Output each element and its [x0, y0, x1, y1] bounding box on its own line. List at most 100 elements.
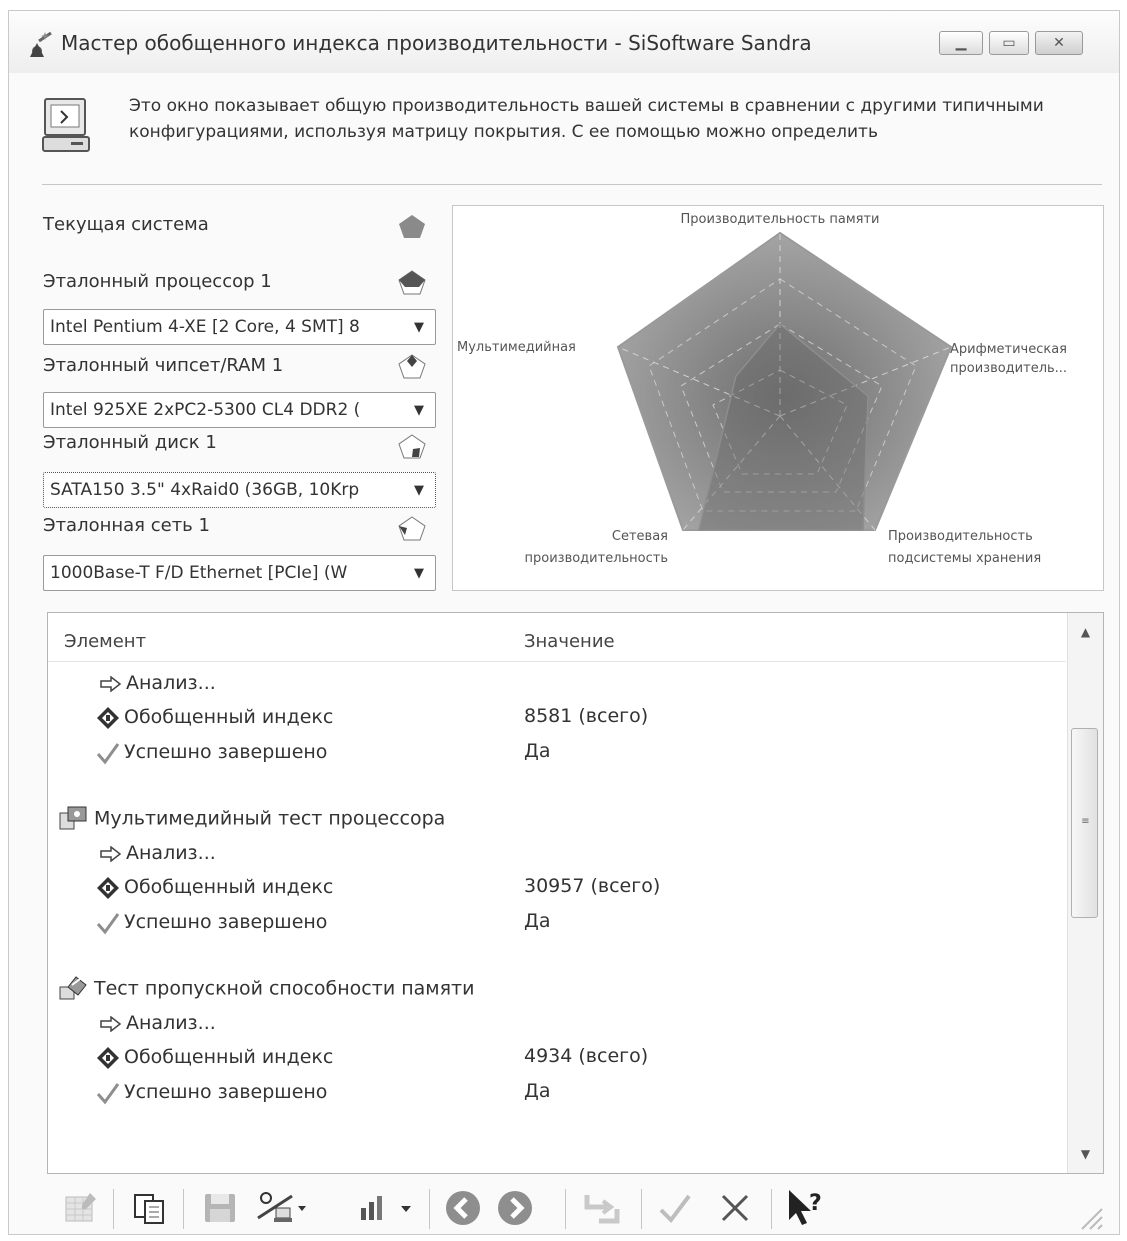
index-diamond-icon — [97, 876, 119, 899]
close-button[interactable]: ✕ — [1035, 31, 1083, 55]
axis-label-network-1: Сетевая — [612, 529, 668, 544]
checkmark-icon — [96, 742, 120, 764]
pentagon-cpu-icon — [398, 270, 426, 295]
forward-button[interactable] — [491, 1185, 539, 1231]
reference-cpu-value: Intel Pentium 4-XE [2 Core, 4 SMT] 8 — [50, 317, 360, 337]
vertical-scrollbar[interactable]: ▲ ≡ ▼ — [1067, 613, 1103, 1173]
toolbar-separator — [183, 1189, 184, 1229]
axis-label-arithmetic-1: Арифметическая — [950, 342, 1067, 357]
chart-options-button[interactable] — [349, 1185, 419, 1231]
reference-network-select[interactable]: 1000Base-T F/D Ethernet [PCIe] (W ▼ — [43, 555, 436, 591]
list-item[interactable]: Успешно завершено — [96, 739, 327, 765]
memory-test-icon — [59, 976, 87, 1000]
forward-icon — [498, 1191, 532, 1225]
chevron-down-icon[interactable]: ▼ — [406, 559, 432, 587]
axis-label-memory: Производительность памяти — [680, 212, 879, 227]
reference-network-value: 1000Base-T F/D Ethernet [PCIe] (W — [50, 563, 348, 583]
axis-label-storage-2: подсистемы хранения — [888, 551, 1041, 566]
list-item[interactable]: Обобщенный индекс — [96, 1044, 333, 1070]
results-list[interactable]: Элемент Значение Анализ... Обобщенный ин… — [47, 612, 1104, 1174]
back-icon — [446, 1191, 480, 1225]
axis-label-arithmetic-2: производитель... — [950, 361, 1067, 376]
reference-network-label: Эталонная сеть 1 — [43, 515, 210, 536]
resize-grip-icon[interactable] — [1076, 1203, 1104, 1231]
list-item[interactable]: Обобщенный индекс — [96, 874, 333, 900]
list-item[interactable]: Обобщенный индекс — [96, 704, 333, 730]
list-item-value: 30957 (всего) — [524, 875, 661, 897]
computer-icon — [42, 98, 90, 152]
list-item-label: Успешно завершено — [124, 911, 328, 933]
reference-disk-label: Эталонный диск 1 — [43, 432, 217, 453]
cancel-icon — [721, 1194, 749, 1222]
minimize-icon: ▁ — [955, 35, 967, 51]
minimize-button[interactable]: ▁ — [939, 31, 983, 55]
current-system-label: Текущая система — [43, 214, 209, 235]
pentagon-chipset-icon — [398, 354, 426, 379]
back-button[interactable] — [439, 1185, 487, 1231]
close-icon: ✕ — [1053, 35, 1065, 51]
copy-button[interactable] — [123, 1185, 175, 1231]
reference-disk-select[interactable]: SATA150 3.5" 4xRaid0 (36GB, 10Krp ▼ — [43, 472, 436, 508]
refresh-button[interactable] — [573, 1185, 633, 1231]
wizard-icon — [30, 31, 52, 57]
scroll-up-icon[interactable]: ▲ — [1068, 617, 1103, 647]
list-item-label: Мультимедийный тест процессора — [94, 807, 446, 830]
chevron-down-icon[interactable]: ▼ — [406, 476, 432, 504]
pentagon-disk-icon — [398, 434, 426, 459]
reference-cpu-select[interactable]: Intel Pentium 4-XE [2 Core, 4 SMT] 8 ▼ — [43, 309, 436, 345]
pentagon-filled-icon — [399, 215, 425, 238]
list-item-label: Анализ... — [126, 672, 216, 694]
checkmark-icon — [96, 1082, 120, 1104]
list-item-value: Да — [524, 1080, 551, 1102]
report-icon — [65, 1193, 96, 1222]
axis-label-network-2: производительность — [525, 551, 669, 566]
reference-chipset-label: Эталонный чипсет/RAM 1 — [43, 355, 284, 376]
performance-radar-chart: Производительность памяти Арифметическая… — [452, 205, 1104, 591]
list-item[interactable]: Мультимедийный тест процессора — [58, 805, 445, 831]
column-header-element[interactable]: Элемент — [64, 631, 146, 652]
axis-label-storage-1: Производительность — [888, 529, 1033, 544]
arrow-right-icon — [100, 1015, 122, 1032]
send-button[interactable] — [251, 1185, 317, 1231]
divider — [42, 184, 1102, 185]
cancel-button[interactable] — [711, 1185, 759, 1231]
list-item[interactable]: Тест пропускной способности памяти — [58, 975, 474, 1001]
help-icon: ? — [789, 1190, 822, 1225]
list-item-label: Обобщенный индекс — [124, 1046, 334, 1068]
list-item[interactable]: Анализ... — [100, 670, 216, 696]
list-item[interactable]: Анализ... — [100, 840, 216, 866]
scroll-down-icon[interactable]: ▼ — [1068, 1139, 1103, 1169]
help-button[interactable]: ? — [781, 1185, 833, 1231]
chevron-down-icon[interactable]: ▼ — [406, 396, 432, 424]
title-bar[interactable]: Мастер обобщенного индекса производитель… — [9, 11, 1119, 73]
list-item-label: Тест пропускной способности памяти — [94, 977, 475, 1000]
list-item[interactable]: Успешно завершено — [96, 1079, 327, 1105]
reference-chipset-value: Intel 925XE 2xPC2-5300 CL4 DDR2 ( — [50, 400, 361, 420]
toolbar-separator — [565, 1189, 566, 1229]
list-item[interactable]: Успешно завершено — [96, 909, 327, 935]
list-item-value: 8581 (всего) — [524, 705, 649, 727]
scrollbar-thumb[interactable]: ≡ — [1071, 728, 1098, 918]
list-item[interactable]: Анализ... — [100, 1010, 216, 1036]
checkmark-icon — [96, 912, 120, 934]
reference-disk-value: SATA150 3.5" 4xRaid0 (36GB, 10Krp — [50, 480, 360, 500]
column-header-value[interactable]: Значение — [524, 631, 615, 652]
ok-button[interactable] — [651, 1185, 699, 1231]
ok-icon — [659, 1194, 691, 1224]
list-item-label: Обобщенный индекс — [124, 876, 334, 898]
reference-chipset-select[interactable]: Intel 925XE 2xPC2-5300 CL4 DDR2 ( ▼ — [43, 392, 436, 428]
report-button[interactable] — [55, 1185, 105, 1231]
toolbar-separator — [771, 1189, 772, 1229]
save-button[interactable] — [195, 1185, 245, 1231]
multimedia-test-icon — [59, 806, 87, 830]
refresh-icon — [584, 1195, 620, 1224]
list-item-value: 4934 (всего) — [524, 1045, 649, 1067]
window-title: Мастер обобщенного индекса производитель… — [61, 31, 812, 55]
save-icon — [205, 1194, 235, 1222]
svg-text:?: ? — [809, 1191, 822, 1216]
chevron-down-icon[interactable]: ▼ — [406, 313, 432, 341]
maximize-button[interactable]: ▭ — [989, 31, 1029, 55]
toolbar-separator — [113, 1189, 114, 1229]
list-item-value: Да — [524, 910, 551, 932]
toolbar-separator — [429, 1189, 430, 1229]
